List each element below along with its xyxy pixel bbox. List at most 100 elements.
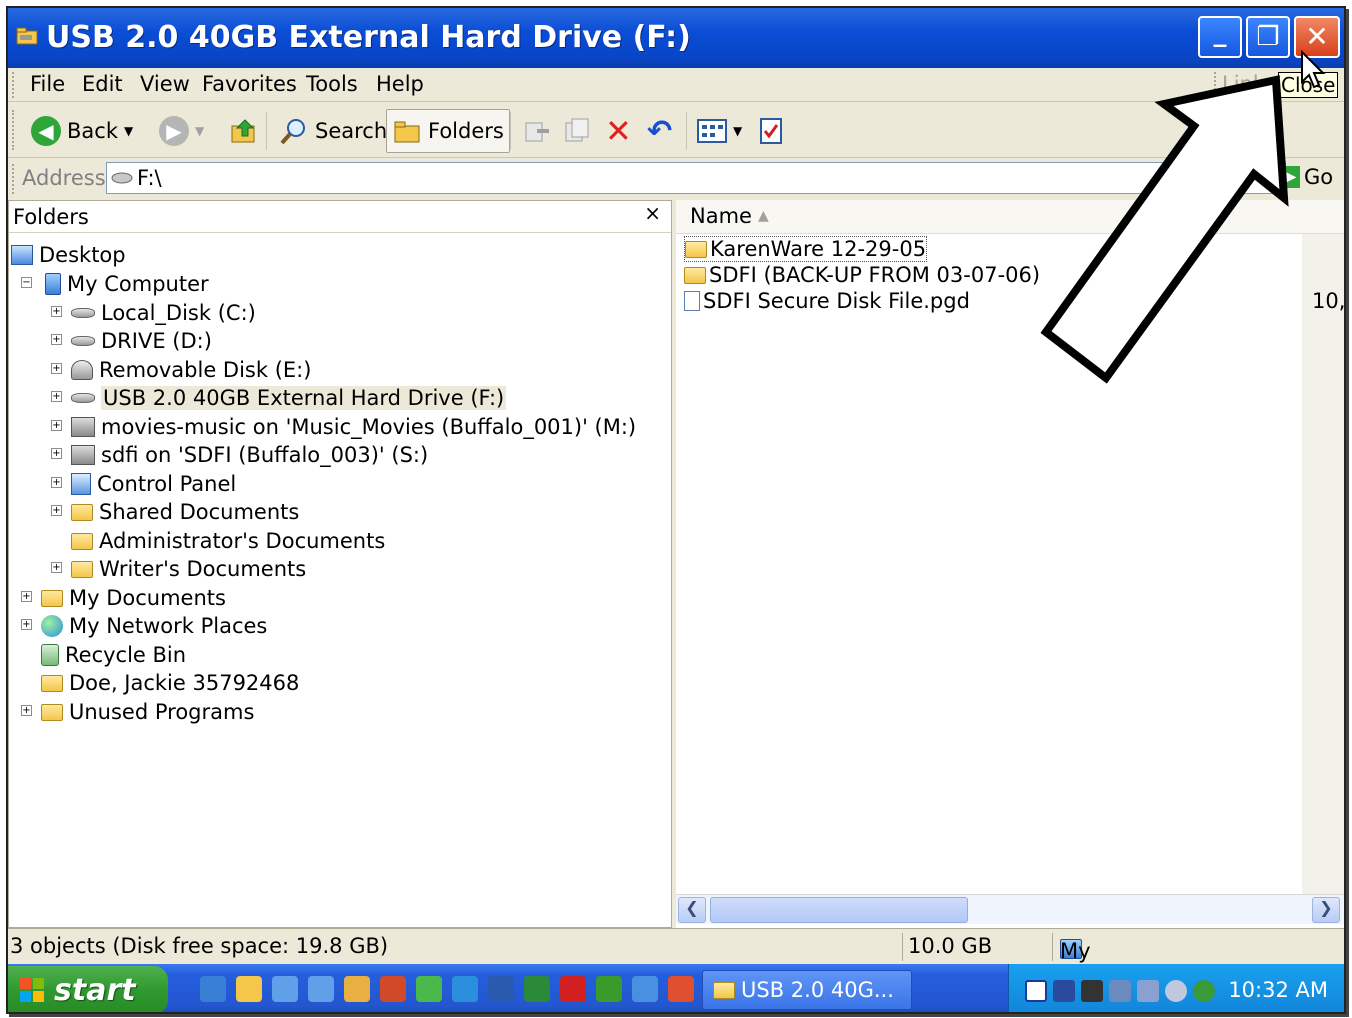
word-icon[interactable] bbox=[488, 976, 514, 1002]
menu-favorites[interactable]: Favorites bbox=[202, 72, 297, 96]
minimize-button[interactable]: _ bbox=[1198, 16, 1242, 58]
tree-item-recycle-bin[interactable]: Recycle Bin bbox=[41, 641, 186, 669]
tray-window-icon[interactable] bbox=[1053, 980, 1075, 1002]
tree-item-my-documents[interactable]: My Documents bbox=[41, 584, 226, 612]
expand-toggle[interactable]: + bbox=[51, 505, 62, 516]
network-icon[interactable] bbox=[272, 976, 298, 1002]
file-item-sdfi-secure-disk[interactable]: SDFI Secure Disk File.pgd bbox=[684, 288, 970, 314]
title-bar[interactable]: USB 2.0 40GB External Hard Drive (F:) _ … bbox=[8, 8, 1344, 68]
toolbar-separator bbox=[510, 112, 511, 150]
expand-toggle[interactable]: + bbox=[51, 448, 62, 459]
tree-item-control-panel[interactable]: Control Panel bbox=[71, 470, 236, 498]
menu-tools[interactable]: Tools bbox=[306, 72, 358, 96]
expand-toggle[interactable]: + bbox=[21, 705, 32, 716]
views-button[interactable]: ▼ bbox=[692, 109, 747, 153]
tree-item-my-computer[interactable]: My Computer bbox=[45, 270, 209, 298]
file-item-karenware[interactable]: KarenWare 12-29-05 bbox=[684, 236, 928, 262]
network-disconnected-icon[interactable] bbox=[1109, 980, 1131, 1002]
expand-toggle[interactable]: + bbox=[51, 334, 62, 345]
tree-item-usb-drive-f[interactable]: USB 2.0 40GB External Hard Drive (F:) bbox=[71, 384, 507, 412]
tray-display-icon[interactable] bbox=[1081, 980, 1103, 1002]
properties-button[interactable] bbox=[754, 109, 788, 153]
sync-icon[interactable] bbox=[632, 976, 658, 1002]
tree-item-removable-e[interactable]: Removable Disk (E:) bbox=[71, 356, 311, 384]
menu-grip[interactable] bbox=[12, 72, 15, 98]
expand-toggle[interactable]: + bbox=[21, 619, 32, 630]
folders-button[interactable]: Folders bbox=[386, 109, 510, 153]
move-to-button[interactable] bbox=[518, 109, 556, 153]
excel-icon[interactable] bbox=[524, 976, 550, 1002]
expand-toggle[interactable]: + bbox=[51, 363, 62, 374]
tree-item-desktop[interactable]: Desktop bbox=[11, 241, 126, 269]
folder-icon bbox=[41, 703, 63, 721]
tray-network-icon[interactable] bbox=[1137, 980, 1159, 1002]
undo-button[interactable]: ↶ bbox=[642, 109, 677, 153]
collapse-toggle[interactable]: − bbox=[21, 277, 32, 288]
forward-dropdown-icon[interactable]: ▼ bbox=[195, 124, 204, 138]
menu-edit[interactable]: Edit bbox=[82, 72, 123, 96]
tray-security-icon[interactable] bbox=[1193, 980, 1215, 1002]
tree-item-shared-documents[interactable]: Shared Documents bbox=[71, 498, 299, 526]
tree-item-drive-d[interactable]: DRIVE (D:) bbox=[71, 327, 212, 355]
scroll-left-button[interactable]: ❮ bbox=[678, 897, 706, 923]
tree-item-doe-jackie[interactable]: Doe, Jackie 35792468 bbox=[41, 669, 299, 697]
expand-toggle[interactable]: + bbox=[51, 420, 62, 431]
start-button[interactable]: start bbox=[8, 966, 168, 1012]
search-button[interactable]: Search bbox=[274, 109, 392, 153]
messenger-icon[interactable] bbox=[452, 976, 478, 1002]
paint-icon[interactable] bbox=[344, 976, 370, 1002]
tree-item-movies-music-m[interactable]: movies-music on 'Music_Movies (Buffalo_0… bbox=[71, 413, 636, 441]
status-divider bbox=[1052, 933, 1053, 961]
tray-disk-icon[interactable] bbox=[1165, 980, 1187, 1002]
copy-to-button[interactable] bbox=[558, 109, 596, 153]
file-item-sdfi-backup[interactable]: SDFI (BACK-UP FROM 03-07-06) bbox=[684, 262, 1040, 288]
menu-help[interactable]: Help bbox=[376, 72, 424, 96]
file-icon bbox=[684, 291, 700, 311]
network-icon[interactable] bbox=[308, 976, 334, 1002]
tree-item-unused-programs[interactable]: Unused Programs bbox=[41, 698, 254, 726]
menu-view[interactable]: View bbox=[140, 72, 190, 96]
address-grip[interactable] bbox=[12, 164, 15, 194]
utility-icon[interactable] bbox=[380, 976, 406, 1002]
close-pane-icon[interactable]: × bbox=[644, 201, 661, 225]
tree-item-writers-documents[interactable]: Writer's Documents bbox=[71, 555, 306, 583]
toolbar-grip[interactable] bbox=[12, 110, 15, 150]
acrobat-icon[interactable] bbox=[560, 976, 586, 1002]
forward-arrow-icon: ▶ bbox=[159, 116, 189, 146]
calendar-icon[interactable] bbox=[668, 976, 694, 1002]
tree-item-my-network-places[interactable]: My Network Places bbox=[41, 612, 267, 640]
horizontal-scrollbar[interactable]: ❮ ❯ bbox=[676, 894, 1344, 924]
tree-item-sdfi-s[interactable]: sdfi on 'SDFI (Buffalo_003)' (S:) bbox=[71, 441, 428, 469]
up-folder-button[interactable] bbox=[224, 109, 264, 153]
tree-item-local-disk-c[interactable]: Local_Disk (C:) bbox=[71, 299, 256, 327]
scroll-thumb[interactable] bbox=[710, 897, 968, 923]
close-icon: ✕ bbox=[1305, 20, 1329, 53]
scroll-right-button[interactable]: ❯ bbox=[1312, 897, 1340, 923]
expand-toggle[interactable]: + bbox=[51, 306, 62, 317]
back-button[interactable]: ◀ Back ▼ bbox=[26, 109, 138, 153]
folders-pane-title: Folders bbox=[13, 205, 89, 229]
my-documents-icon bbox=[41, 589, 63, 607]
media-icon[interactable] bbox=[416, 976, 442, 1002]
taskbar-window-button[interactable]: USB 2.0 40G... bbox=[702, 970, 912, 1010]
expand-toggle[interactable]: + bbox=[51, 391, 62, 402]
folders-label: Folders bbox=[428, 119, 504, 143]
back-dropdown-icon[interactable]: ▼ bbox=[124, 124, 133, 138]
toolbar-separator bbox=[266, 112, 267, 150]
back-label: Back bbox=[67, 119, 118, 143]
sort-ascending-icon: ▲ bbox=[758, 208, 769, 224]
expand-toggle[interactable]: + bbox=[51, 562, 62, 573]
tree-icon[interactable] bbox=[596, 976, 622, 1002]
tree-item-administrators-documents[interactable]: Administrator's Documents bbox=[71, 527, 385, 555]
expand-toggle[interactable]: + bbox=[51, 477, 62, 488]
folder-icon bbox=[71, 560, 93, 578]
expand-toggle[interactable]: + bbox=[21, 591, 32, 602]
ie-icon[interactable] bbox=[200, 976, 226, 1002]
restore-button[interactable]: ❐ bbox=[1246, 16, 1290, 58]
menu-file[interactable]: File bbox=[30, 72, 65, 96]
folders-pane-header: Folders × bbox=[9, 201, 671, 233]
tray-app-icon[interactable] bbox=[1025, 980, 1047, 1002]
delete-button[interactable]: ✕ bbox=[600, 109, 637, 153]
forward-button[interactable]: ▶ ▼ bbox=[154, 109, 209, 153]
explorer-icon[interactable] bbox=[236, 976, 262, 1002]
